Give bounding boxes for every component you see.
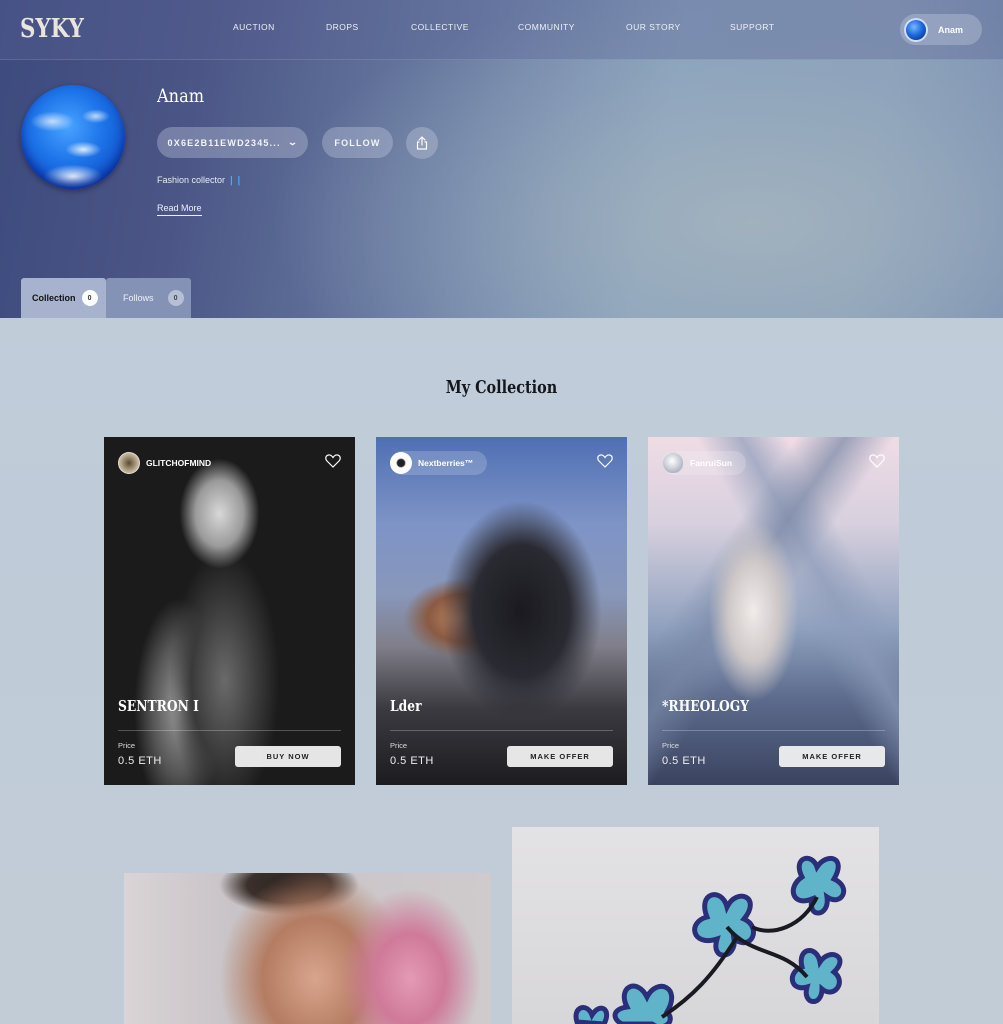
tab-follows-label: Follows <box>123 293 154 303</box>
creator-badge[interactable]: FanruiSun <box>662 451 747 475</box>
nav-link-collective[interactable]: COLLECTIVE <box>411 22 469 32</box>
nft-card[interactable]: GLITCHOFMIND SENTRON I Price 0.5 ETH BUY… <box>104 437 355 785</box>
nft-card[interactable]: Nextberries™ Lder Price 0.5 ETH MAKE OFF… <box>376 437 627 785</box>
tab-collection-count: 0 <box>81 290 98 306</box>
user-menu-button[interactable]: Anam <box>900 14 982 45</box>
nav-link-auction[interactable]: AUCTION <box>233 22 275 32</box>
top-nav: SYKY AUCTION DROPS COLLECTIVE COMMUNITY … <box>0 0 1003 60</box>
water-drops-icon: ❘❘ <box>227 175 243 185</box>
creator-name: Nextberries™ <box>418 458 474 468</box>
card-divider <box>118 730 341 731</box>
price-label: Price <box>390 741 408 750</box>
tab-follows-count: 0 <box>167 290 184 306</box>
heart-icon[interactable] <box>325 454 341 468</box>
nft-title: SENTRON I <box>118 697 199 715</box>
price-label: Price <box>662 741 680 750</box>
price-value: 0.5 ETH <box>662 755 706 767</box>
creator-avatar <box>390 452 412 474</box>
syky-logo[interactable]: SYKY <box>20 14 84 44</box>
heart-icon[interactable] <box>597 454 613 468</box>
butterfly-sculpture-illustration <box>573 855 847 1024</box>
nav-link-drops[interactable]: DROPS <box>326 22 359 32</box>
tab-collection[interactable]: Collection 0 <box>21 278 106 318</box>
artwork-image-portrait-flowers[interactable] <box>124 873 491 1024</box>
make-offer-button[interactable]: MAKE OFFER <box>507 746 613 767</box>
user-avatar-icon <box>904 17 928 42</box>
nav-link-support[interactable]: SUPPORT <box>730 22 774 32</box>
creator-badge[interactable]: Nextberries™ <box>390 451 488 475</box>
read-more-link[interactable]: Read More <box>157 203 202 216</box>
card-divider <box>662 730 885 731</box>
chevron-down-icon: ⌄ <box>286 137 300 147</box>
buy-now-button[interactable]: BUY NOW <box>235 746 341 767</box>
creator-avatar <box>662 452 684 474</box>
price-value: 0.5 ETH <box>390 755 434 767</box>
nft-title: *RHEOLOGY <box>662 697 750 715</box>
creator-name: FanruiSun <box>690 458 733 468</box>
nft-card[interactable]: FanruiSun *RHEOLOGY Price 0.5 ETH MAKE O… <box>648 437 899 785</box>
profile-bio: Fashion collector ❘❘ <box>157 175 243 186</box>
tab-follows[interactable]: Follows 0 <box>106 278 191 318</box>
profile-avatar <box>21 85 125 189</box>
share-button[interactable] <box>406 127 438 159</box>
creator-name: GLITCHOFMIND <box>146 458 212 468</box>
bio-text: Fashion collector <box>157 175 226 185</box>
share-icon <box>416 136 428 150</box>
nav-link-our-story[interactable]: OUR STORY <box>626 22 681 32</box>
wallet-address-dropdown[interactable]: 0X6E2B11EWD2345... ⌄ <box>157 127 308 158</box>
collection-title: My Collection <box>445 377 558 398</box>
price-label: Price <box>118 741 136 750</box>
user-name: Anam <box>938 24 964 35</box>
nav-link-community[interactable]: COMMUNITY <box>518 22 575 32</box>
follow-button[interactable]: FOLLOW <box>322 127 393 158</box>
artwork-image-butterflies[interactable] <box>512 827 879 1024</box>
heart-icon[interactable] <box>869 454 885 468</box>
creator-avatar <box>118 452 140 474</box>
profile-name: Anam <box>157 85 205 107</box>
creator-badge[interactable]: GLITCHOFMIND <box>118 451 211 475</box>
price-value: 0.5 ETH <box>118 755 162 767</box>
tab-collection-label: Collection <box>32 293 76 303</box>
make-offer-button[interactable]: MAKE OFFER <box>779 746 885 767</box>
wallet-address: 0X6E2B11EWD2345... <box>167 137 281 148</box>
nft-title: Lder <box>390 697 422 715</box>
card-divider <box>390 730 613 731</box>
